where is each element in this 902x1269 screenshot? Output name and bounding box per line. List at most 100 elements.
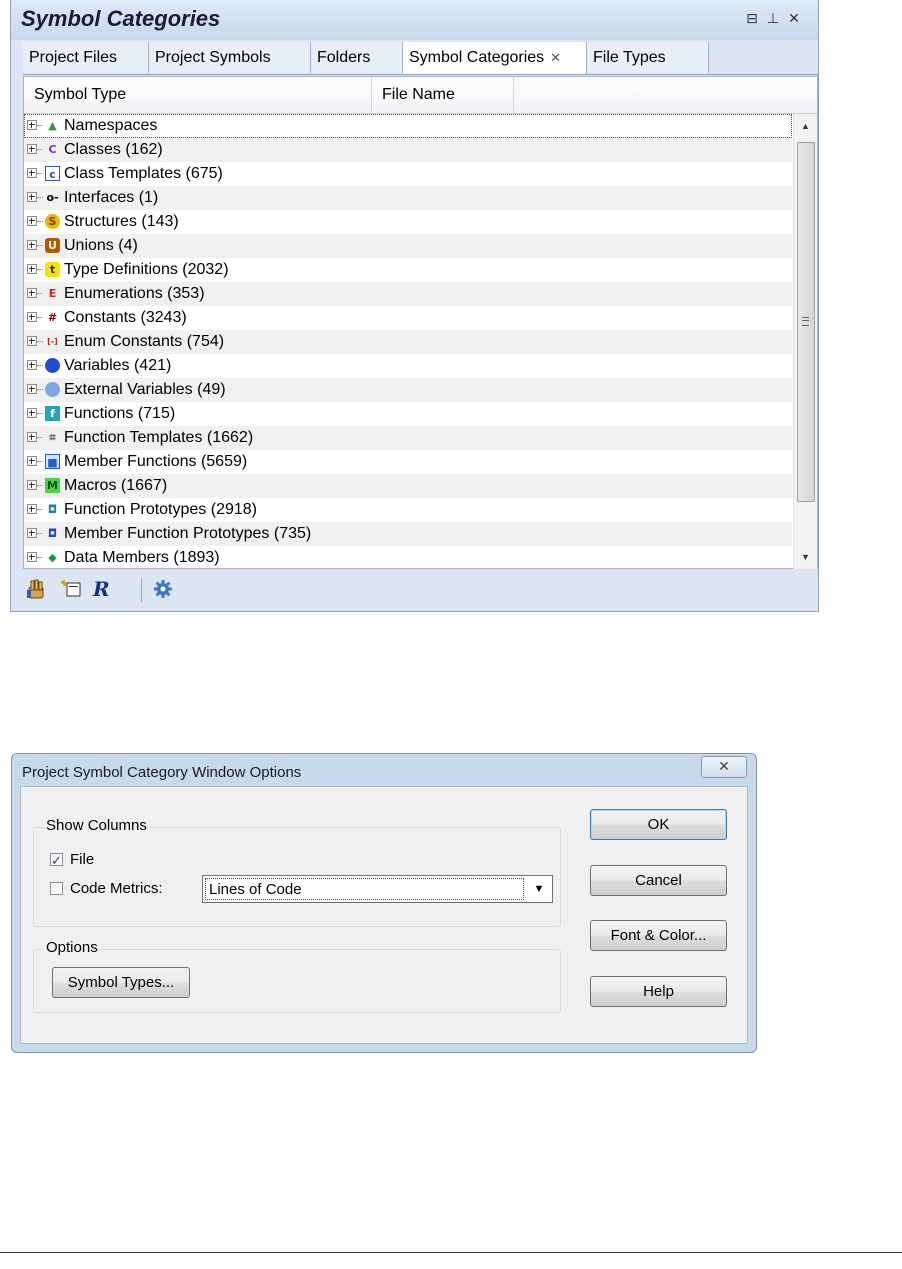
tree-row-label: Unions (4) bbox=[64, 237, 138, 254]
scroll-up-icon[interactable]: ▲ bbox=[794, 116, 817, 136]
hand-pointer-icon[interactable] bbox=[25, 578, 49, 602]
vertical-scrollbar[interactable]: ▲ ▼ bbox=[793, 114, 817, 569]
tree-row-label: Enumerations (353) bbox=[64, 285, 205, 302]
cancel-button[interactable]: Cancel bbox=[590, 865, 727, 896]
enum-constant-icon: [-] bbox=[47, 337, 58, 346]
expand-icon[interactable] bbox=[27, 240, 37, 250]
tree-row-label: Class Templates (675) bbox=[64, 165, 223, 182]
tree-connector bbox=[37, 533, 43, 534]
scroll-thumb[interactable] bbox=[797, 142, 815, 502]
close-panel-icon[interactable]: ✕ bbox=[786, 10, 802, 26]
column-file-name[interactable]: File Name bbox=[372, 77, 514, 113]
tree-row-label: Enum Constants (754) bbox=[64, 333, 225, 350]
tab-symbol-categories[interactable]: Symbol Categories ✕ bbox=[403, 42, 587, 74]
code-metrics-checkbox[interactable] bbox=[50, 882, 63, 895]
tree-row-label: Member Function Prototypes (735) bbox=[64, 525, 312, 542]
tree-connector bbox=[37, 365, 43, 366]
tree-row[interactable]: f Functions (715) bbox=[24, 402, 792, 426]
namespace-icon: ▲ bbox=[48, 119, 57, 132]
function-prototype-icon: ◘ bbox=[47, 503, 58, 516]
function-template-icon: ⌗ bbox=[49, 431, 56, 444]
expand-icon[interactable] bbox=[27, 552, 37, 562]
panel-title-bar[interactable]: Symbol Categories ⊟ ⊥ ✕ bbox=[11, 0, 818, 40]
settings-gear-icon[interactable] bbox=[151, 578, 175, 602]
file-checkbox-row[interactable]: File bbox=[50, 850, 170, 871]
tree-row[interactable]: External Variables (49) bbox=[24, 378, 792, 402]
tree-connector bbox=[37, 413, 43, 414]
tree-row[interactable]: # Constants (3243) bbox=[24, 306, 792, 330]
tree-connector bbox=[37, 485, 43, 486]
tree-row[interactable]: Variables (421) bbox=[24, 354, 792, 378]
tree-row[interactable]: U Unions (4) bbox=[24, 234, 792, 258]
symbol-types-button[interactable]: Symbol Types... bbox=[52, 967, 190, 998]
tree-row[interactable]: M Macros (1667) bbox=[24, 474, 792, 498]
tree-row[interactable]: ◘ Member Function Prototypes (735) bbox=[24, 522, 792, 546]
pin-icon[interactable]: ⊥ bbox=[765, 10, 781, 26]
tree-row[interactable]: o- Interfaces (1) bbox=[24, 186, 792, 210]
data-member-icon: ◆ bbox=[48, 551, 57, 564]
tree-row[interactable]: ■ Member Functions (5659) bbox=[24, 450, 792, 474]
expand-icon[interactable] bbox=[27, 384, 37, 394]
expand-icon[interactable] bbox=[27, 144, 37, 154]
float-window-icon[interactable]: ⊟ bbox=[744, 10, 760, 26]
code-metrics-checkbox-row[interactable]: Code Metrics: bbox=[50, 879, 200, 899]
file-checkbox-label: File bbox=[70, 851, 95, 868]
tab-project-files[interactable]: Project Files bbox=[23, 42, 149, 73]
tree-row[interactable]: c Class Templates (675) bbox=[24, 162, 792, 186]
font-color-button[interactable]: Font & Color... bbox=[590, 920, 727, 951]
tree-row[interactable]: ▲ Namespaces bbox=[24, 114, 792, 138]
close-tab-icon[interactable]: ✕ bbox=[550, 50, 561, 65]
code-metrics-dropdown[interactable]: Lines of Code ▼ bbox=[202, 875, 553, 903]
member-function-prototype-icon: ◘ bbox=[47, 527, 58, 540]
expand-icon[interactable] bbox=[27, 192, 37, 202]
tree-row[interactable]: t Type Definitions (2032) bbox=[24, 258, 792, 282]
expand-icon[interactable] bbox=[27, 504, 37, 514]
expand-icon[interactable] bbox=[27, 120, 37, 130]
tree-row-label: Classes (162) bbox=[64, 141, 163, 158]
expand-icon[interactable] bbox=[27, 264, 37, 274]
close-icon[interactable]: ✕ bbox=[701, 756, 747, 778]
expand-icon[interactable] bbox=[27, 216, 37, 226]
help-button[interactable]: Help bbox=[590, 976, 727, 1007]
expand-icon[interactable] bbox=[27, 312, 37, 322]
tree-row-label: Functions (715) bbox=[64, 405, 176, 422]
tab-project-symbols[interactable]: Project Symbols bbox=[149, 42, 311, 73]
expand-icon[interactable] bbox=[27, 456, 37, 466]
tab-folders[interactable]: Folders bbox=[311, 42, 403, 73]
expand-icon[interactable] bbox=[27, 480, 37, 490]
tree-row[interactable]: ⌗ Function Templates (1662) bbox=[24, 426, 792, 450]
tree-row[interactable]: ◘ Function Prototypes (2918) bbox=[24, 498, 792, 522]
tree-row[interactable]: E Enumerations (353) bbox=[24, 282, 792, 306]
tree-row-label: Interfaces (1) bbox=[64, 189, 159, 206]
expand-icon[interactable] bbox=[27, 288, 37, 298]
page-bottom-rule bbox=[0, 1252, 902, 1253]
tree-connector bbox=[37, 149, 43, 150]
new-window-icon[interactable] bbox=[59, 578, 83, 602]
column-symbol-type[interactable]: Symbol Type bbox=[24, 77, 372, 113]
r-icon[interactable]: R bbox=[91, 577, 115, 602]
tree-row[interactable]: S Structures (143) bbox=[24, 210, 792, 234]
panel-tabs: Project Files Project Symbols Folders Sy… bbox=[23, 42, 818, 75]
tab-file-types[interactable]: File Types bbox=[587, 42, 709, 73]
tree-row-label: Type Definitions (2032) bbox=[64, 261, 229, 278]
tree-row[interactable]: ◆ Data Members (1893) bbox=[24, 546, 792, 569]
tree-row-label: Namespaces bbox=[64, 117, 158, 134]
file-checkbox[interactable] bbox=[50, 851, 63, 871]
tree-connector bbox=[37, 125, 43, 126]
expand-icon[interactable] bbox=[27, 528, 37, 538]
scroll-down-icon[interactable]: ▼ bbox=[794, 547, 817, 567]
tree-row-label: Data Members (1893) bbox=[64, 549, 220, 566]
chevron-down-icon[interactable]: ▼ bbox=[528, 878, 550, 900]
expand-icon[interactable] bbox=[27, 432, 37, 442]
expand-icon[interactable] bbox=[27, 168, 37, 178]
expand-icon[interactable] bbox=[27, 336, 37, 346]
expand-icon[interactable] bbox=[27, 360, 37, 370]
tree-connector bbox=[37, 461, 43, 462]
show-columns-group: Show Columns File Code Metrics: Lines of… bbox=[33, 817, 561, 927]
expand-icon[interactable] bbox=[27, 408, 37, 418]
enumeration-icon: E bbox=[48, 287, 57, 300]
tree-row[interactable]: C Classes (162) bbox=[24, 138, 792, 162]
ok-button[interactable]: OK bbox=[590, 809, 727, 840]
tree-row-label: Member Functions (5659) bbox=[64, 453, 248, 470]
tree-row[interactable]: [-] Enum Constants (754) bbox=[24, 330, 792, 354]
